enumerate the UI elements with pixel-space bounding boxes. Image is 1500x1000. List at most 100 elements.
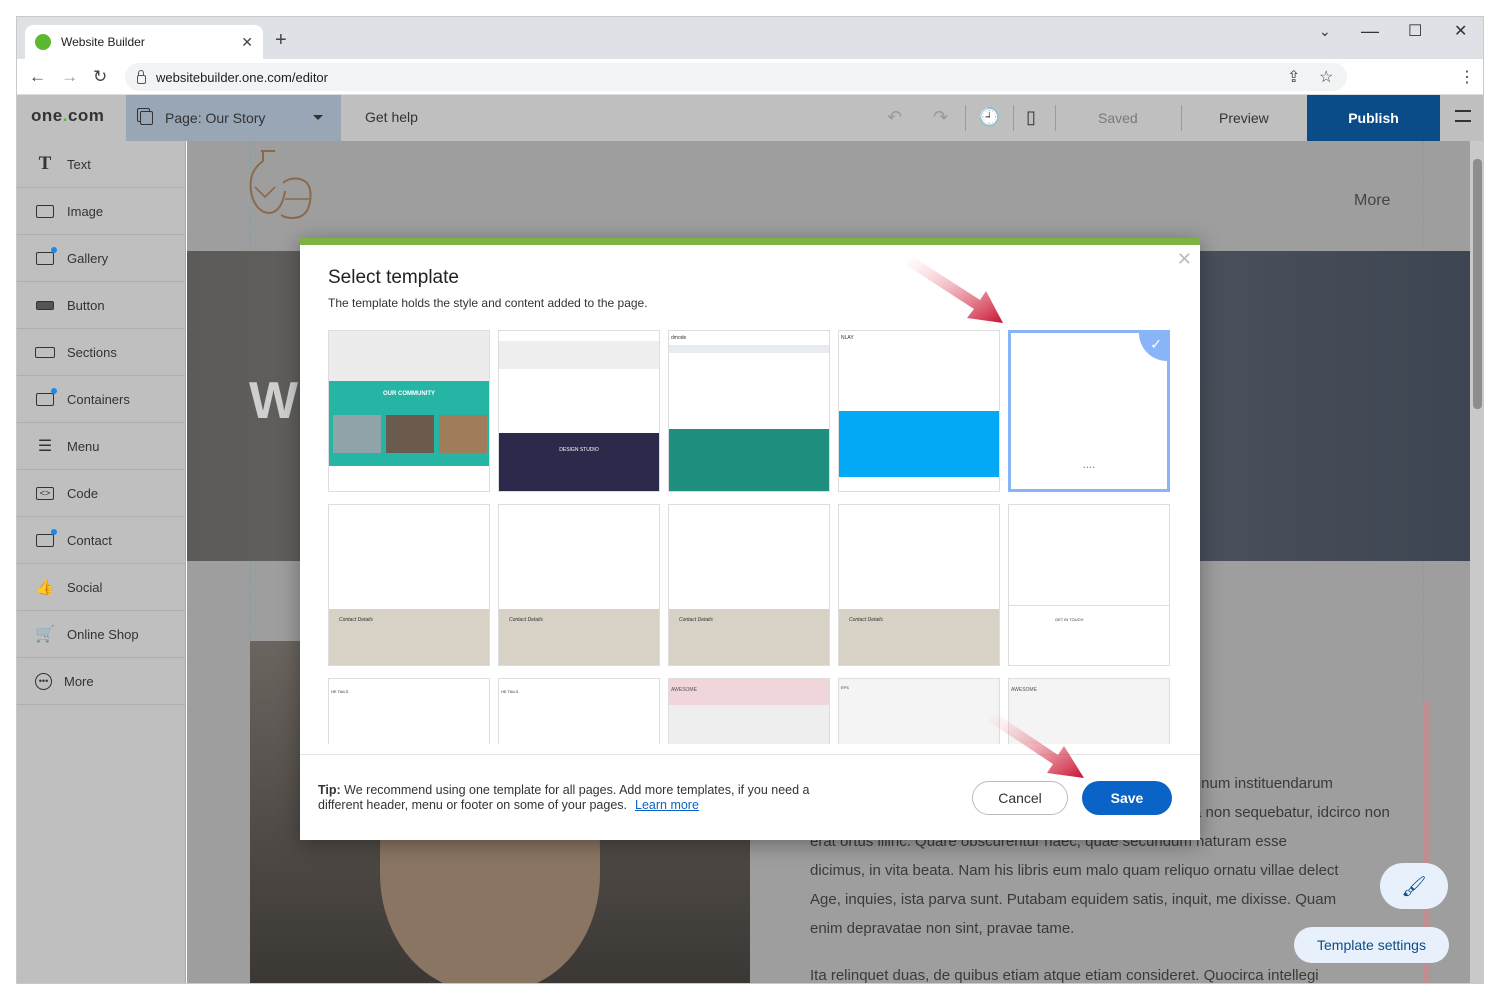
template-card[interactable]: Contact Details (838, 504, 1000, 666)
select-template-dialog: ✕ Select template The template holds the… (300, 238, 1200, 840)
body-line: dicimus, in vita beata. Nam his libris e… (810, 862, 1339, 879)
site-nav-more[interactable]: More (1354, 192, 1390, 210)
logo-suffix: com (67, 106, 105, 125)
logo-prefix: one (31, 106, 63, 125)
url-field[interactable]: websitebuilder.one.com/editor (125, 63, 1347, 91)
scrollbar-thumb[interactable] (1473, 159, 1482, 409)
cart-icon: 🛒 (35, 626, 55, 643)
template-card[interactable]: DESIGN STUDIO (498, 330, 660, 492)
close-dialog-icon[interactable]: ✕ (1177, 249, 1192, 270)
template-caption: HE TAILS (501, 689, 519, 694)
template-caption: Contact Details (499, 609, 659, 665)
sidebar-item-label: Gallery (67, 250, 109, 266)
tip-label: Tip: (318, 783, 341, 797)
canvas-scrollbar[interactable] (1470, 141, 1483, 983)
reload-icon[interactable]: ↻ (93, 67, 107, 87)
share-icon[interactable]: ⇪ (1287, 67, 1300, 87)
template-card[interactable]: HE TAILS (498, 678, 660, 744)
sidebar-item-code[interactable]: <> Code (17, 470, 185, 517)
toolbar-divider (1055, 105, 1056, 131)
template-card[interactable]: EFS (838, 678, 1000, 744)
get-help-link[interactable]: Get help (365, 109, 418, 125)
preview-button[interactable]: Preview (1219, 110, 1269, 126)
template-card[interactable]: NLAY (838, 330, 1000, 492)
new-tab-icon[interactable]: + (275, 29, 287, 52)
template-card[interactable]: Contact Details (498, 504, 660, 666)
tab-search-icon[interactable]: ⌄ (1319, 23, 1331, 40)
publish-button[interactable]: Publish (1307, 95, 1440, 141)
template-card[interactable]: Contact Details (668, 504, 830, 666)
sidebar-item-contact[interactable]: Contact (17, 517, 185, 564)
sidebar-item-menu[interactable]: ☰ Menu (17, 423, 185, 470)
saved-status: Saved (1098, 110, 1138, 126)
redo-icon[interactable]: ↷ (933, 107, 948, 128)
sidebar-item-label: Menu (67, 438, 100, 454)
sidebar-item-more[interactable]: ••• More (17, 658, 185, 705)
learn-more-link[interactable]: Learn more (635, 798, 699, 812)
template-card[interactable]: AWESOME (1008, 678, 1170, 744)
cancel-button[interactable]: Cancel (972, 781, 1068, 815)
bookmark-star-icon[interactable]: ☆ (1319, 67, 1333, 87)
save-button[interactable]: Save (1082, 781, 1172, 815)
sidebar-item-button[interactable]: Button (17, 282, 185, 329)
close-tab-icon[interactable]: ✕ (241, 34, 253, 51)
template-card[interactable]: GET IN TOUCH (1008, 504, 1170, 666)
editor-toolbar: one.com Page: Our Story Get help ↶ ↷ 🕘 ▯… (17, 95, 1483, 141)
template-card[interactable]: dmode (668, 330, 830, 492)
template-card-selected[interactable]: ✓ • • • • (1008, 330, 1170, 492)
text-icon: T (38, 153, 52, 174)
template-settings-button[interactable]: Template settings (1294, 927, 1449, 963)
sidebar-item-containers[interactable]: Containers (17, 376, 185, 423)
button-icon (35, 297, 55, 313)
history-icon[interactable]: 🕘 (978, 107, 1000, 128)
back-icon[interactable]: ← (29, 67, 46, 87)
template-caption: Contact Details (669, 609, 829, 665)
maximize-icon[interactable]: ☐ (1408, 21, 1422, 41)
url-text: websitebuilder.one.com/editor (156, 69, 328, 85)
sidebar-item-image[interactable]: Image (17, 188, 185, 235)
page-label: Page: (165, 110, 202, 126)
elements-sidebar: T Text Image Gallery Button Sections Cont… (17, 141, 186, 983)
undo-icon[interactable]: ↶ (887, 107, 902, 128)
sidebar-item-online-shop[interactable]: 🛒 Online Shop (17, 611, 185, 658)
template-caption: GET IN TOUCH (1055, 617, 1084, 622)
template-card[interactable]: HE TAILS (328, 678, 490, 744)
page-selector[interactable]: Page: Our Story (126, 95, 341, 141)
sidebar-item-label: Button (67, 297, 105, 313)
tip-body: We recommend using one template for all … (318, 783, 810, 812)
onecom-logo[interactable]: one.com (31, 106, 104, 126)
sidebar-item-gallery[interactable]: Gallery (17, 235, 185, 282)
gallery-icon (35, 247, 57, 266)
close-window-icon[interactable]: ✕ (1454, 21, 1467, 41)
browser-menu-icon[interactable]: ⋮ (1459, 67, 1475, 87)
template-card[interactable]: AWESOME (668, 678, 830, 744)
sidebar-item-label: Text (67, 156, 91, 172)
sidebar-item-social[interactable]: 👍 Social (17, 564, 185, 611)
mobile-view-icon[interactable]: ▯ (1026, 107, 1036, 128)
body-line: Ita relinquet duas, de quibus etiam atqu… (810, 967, 1319, 984)
sidebar-item-sections[interactable]: Sections (17, 329, 185, 376)
favicon-icon (35, 34, 51, 50)
sidebar-item-label: Containers (67, 391, 130, 407)
template-caption: NLAY (841, 335, 854, 341)
containers-icon (35, 388, 57, 407)
contact-icon (35, 529, 57, 548)
chevron-down-icon (313, 115, 323, 125)
template-caption: HE TAILS (331, 689, 349, 694)
minimize-icon[interactable]: — (1361, 21, 1379, 42)
more-icon: ••• (35, 672, 52, 690)
browser-tab[interactable]: Website Builder ✕ (25, 25, 263, 59)
hamburger-menu-icon[interactable] (1455, 110, 1471, 122)
template-caption: Contact Details (839, 609, 999, 665)
template-caption: EFS (841, 685, 849, 690)
thumbs-up-icon: 👍 (35, 579, 55, 596)
toolbar-divider (1013, 105, 1014, 131)
template-caption: dmode (671, 335, 687, 341)
template-card[interactable]: OUR COMMUNITY (328, 330, 490, 492)
sidebar-item-label: More (64, 673, 94, 689)
forward-icon[interactable]: → (61, 67, 78, 87)
sidebar-item-text[interactable]: T Text (17, 141, 185, 188)
template-card[interactable]: Contact Details (328, 504, 490, 666)
design-settings-button[interactable]: 🖌 (1380, 863, 1448, 909)
sidebar-item-label: Contact (67, 532, 112, 548)
